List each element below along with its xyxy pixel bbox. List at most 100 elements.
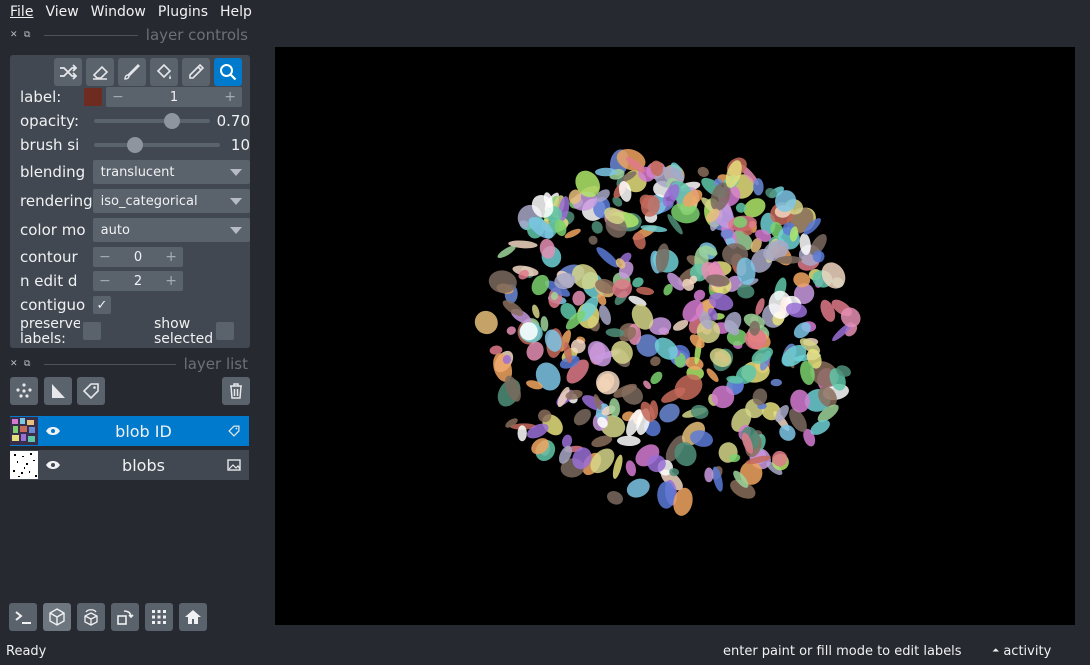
label-blob xyxy=(770,378,782,387)
menu-help[interactable]: Help xyxy=(214,0,258,24)
layer-buttons-row xyxy=(10,377,250,407)
layer-row-blob-id[interactable]: blob ID xyxy=(10,416,249,446)
label-blob xyxy=(625,460,637,477)
contiguous-checkbox[interactable]: ✓ xyxy=(93,296,111,314)
preserve-labels-checkbox[interactable] xyxy=(83,322,101,340)
label-tag-icon xyxy=(82,383,99,400)
home-icon xyxy=(185,610,201,624)
layer-type-indicator xyxy=(219,424,249,438)
opacity-label: opacity: xyxy=(20,112,80,130)
label-spinbox[interactable]: − 1 + xyxy=(106,87,242,107)
color-mode-dropdown[interactable]: auto xyxy=(92,218,250,242)
status-bar: Ready enter paint or fill mode to edit l… xyxy=(0,640,1090,665)
dock-close-icon[interactable]: ✕ xyxy=(10,359,24,369)
console-button[interactable] xyxy=(9,603,37,631)
label-blob xyxy=(617,435,641,447)
delete-layer-button[interactable] xyxy=(222,377,250,405)
layer-list-title: layer list xyxy=(183,355,248,373)
visibility-toggle[interactable] xyxy=(38,425,68,437)
grid-icon xyxy=(152,610,166,624)
label-blob xyxy=(650,371,663,385)
zoom-pan-icon xyxy=(220,64,237,81)
n-edit-dim-decrement-button[interactable]: − xyxy=(99,273,111,289)
chevron-down-icon xyxy=(230,226,242,234)
reset-view-button[interactable] xyxy=(179,603,207,631)
image-thumbnail xyxy=(10,451,38,479)
label-blob xyxy=(657,481,676,509)
dock-title-divider xyxy=(44,34,138,36)
show-selected-checkbox[interactable] xyxy=(216,322,234,340)
label-blob xyxy=(609,398,620,418)
ndisplay-toggle-button[interactable] xyxy=(43,603,71,631)
pick-button[interactable] xyxy=(182,58,210,86)
color-mode-label: color mo xyxy=(20,221,86,239)
contour-decrement-button[interactable]: − xyxy=(99,249,111,265)
blending-value: translucent xyxy=(100,164,175,180)
brush-size-slider[interactable] xyxy=(94,135,220,155)
shuffle-colors-icon xyxy=(60,64,78,80)
menu-window[interactable]: Window xyxy=(85,0,152,24)
dock-float-icon[interactable]: ⧉ xyxy=(24,359,38,369)
rendering-value: iso_categorical xyxy=(100,193,198,209)
rendering-dropdown[interactable]: iso_categorical xyxy=(92,189,250,213)
layer-name[interactable]: blobs xyxy=(68,456,219,475)
zoom-pan-button[interactable] xyxy=(214,58,242,86)
n-edit-dim-spinbox[interactable]: − 2 + xyxy=(93,271,183,291)
color-mode-value: auto xyxy=(100,222,130,238)
contiguous-row: contiguo ✓ xyxy=(20,293,250,317)
opacity-slider-handle[interactable] xyxy=(164,113,180,129)
dock-float-icon[interactable]: ⧉ xyxy=(24,30,38,40)
paint-button[interactable] xyxy=(118,58,146,86)
layer-row-blobs[interactable]: blobs xyxy=(10,450,249,480)
label-tag-icon xyxy=(228,425,240,437)
contour-increment-button[interactable]: + xyxy=(165,249,177,265)
menu-view[interactable]: View xyxy=(39,0,84,24)
layer-controls-panel: label: − 1 + opacity: 0.70 brush si 10 b… xyxy=(10,55,250,348)
menu-file[interactable]: File xyxy=(4,0,39,24)
trash-icon xyxy=(230,383,242,399)
new-labels-layer-button[interactable] xyxy=(77,377,105,405)
contour-spinbox[interactable]: − 0 + xyxy=(93,247,183,267)
label-decrement-button[interactable]: − xyxy=(112,89,124,105)
label-label: label: xyxy=(20,88,62,106)
activity-toggle[interactable]: ⏶ activity xyxy=(992,644,1051,659)
new-shapes-layer-button[interactable] xyxy=(44,377,72,405)
eye-icon xyxy=(46,461,60,469)
contour-value: 0 xyxy=(133,249,143,265)
transpose-dims-button[interactable] xyxy=(111,603,139,631)
brush-size-slider-handle[interactable] xyxy=(127,137,143,153)
contour-row: contour − 0 + xyxy=(20,245,250,269)
n-edit-dim-increment-button[interactable]: + xyxy=(165,273,177,289)
brush-size-slider-track xyxy=(94,143,220,147)
chevron-down-icon xyxy=(230,197,242,205)
checkmark-icon: ✓ xyxy=(96,297,108,313)
new-points-layer-button[interactable] xyxy=(10,377,38,405)
erase-icon xyxy=(92,65,109,80)
fill-button[interactable] xyxy=(150,58,178,86)
viewer-canvas[interactable] xyxy=(275,47,1075,625)
label-blob xyxy=(474,310,498,335)
shapes-icon xyxy=(52,384,65,398)
visibility-toggle[interactable] xyxy=(38,459,68,471)
show-selected-label: show selected xyxy=(154,317,212,345)
grid-view-button[interactable] xyxy=(145,603,173,631)
label-blob xyxy=(573,408,591,426)
blending-label: blending xyxy=(20,163,86,181)
layer-controls-title: layer controls xyxy=(145,26,248,44)
label-blob xyxy=(588,235,598,245)
n-edit-dim-row: n edit d − 2 + xyxy=(20,269,250,293)
opacity-slider[interactable] xyxy=(94,111,210,131)
erase-button[interactable] xyxy=(86,58,114,86)
dock-close-icon[interactable]: ✕ xyxy=(10,30,24,40)
menu-plugins[interactable]: Plugins xyxy=(152,0,214,24)
blending-dropdown[interactable]: translucent xyxy=(92,160,250,184)
label-increment-button[interactable]: + xyxy=(224,89,236,105)
layer-name[interactable]: blob ID xyxy=(68,422,219,441)
shuffle-colors-button[interactable] xyxy=(54,58,82,86)
rendering-label: rendering xyxy=(20,192,93,210)
label-blob xyxy=(596,247,619,268)
layer-controls-dock-title: ✕ ⧉ layer controls xyxy=(10,26,248,44)
roll-dims-button[interactable] xyxy=(77,603,105,631)
label-color-swatch[interactable] xyxy=(84,88,102,106)
console-icon xyxy=(15,611,31,624)
